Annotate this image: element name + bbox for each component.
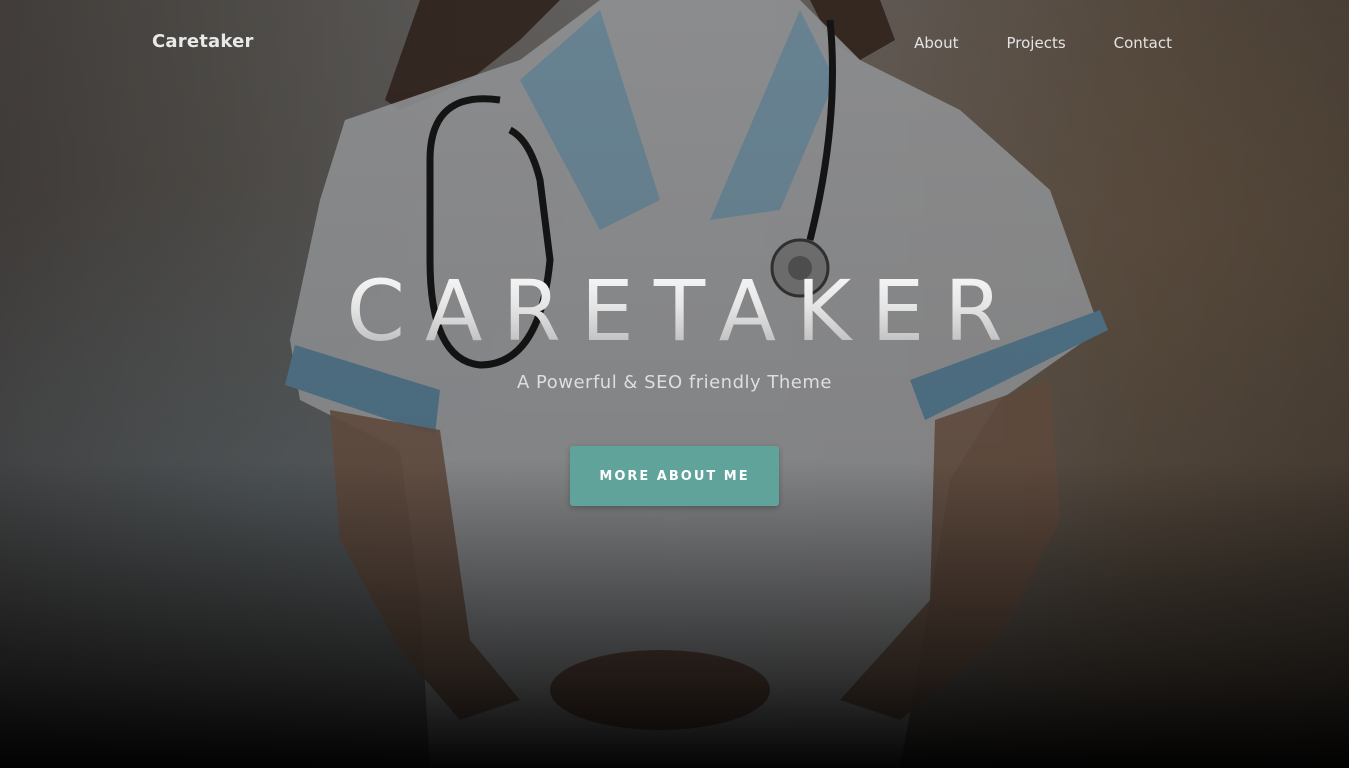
hero-title: CARETAKER [0, 256, 1349, 366]
brand-logo[interactable]: Caretaker [152, 31, 254, 52]
nav-link-about[interactable]: About [914, 34, 958, 52]
nav-links: About Projects Contact [866, 34, 1172, 52]
nav-link-projects[interactable]: Projects [1007, 34, 1066, 52]
hero-subtitle: A Powerful & SEO friendly Theme [517, 372, 832, 393]
more-about-me-button[interactable]: MORE ABOUT ME [570, 446, 779, 506]
hero-section: Caretaker About Projects Contact CARETAK… [0, 0, 1349, 768]
top-navigation: Caretaker About Projects Contact [0, 0, 1349, 88]
nav-link-contact[interactable]: Contact [1114, 34, 1172, 52]
